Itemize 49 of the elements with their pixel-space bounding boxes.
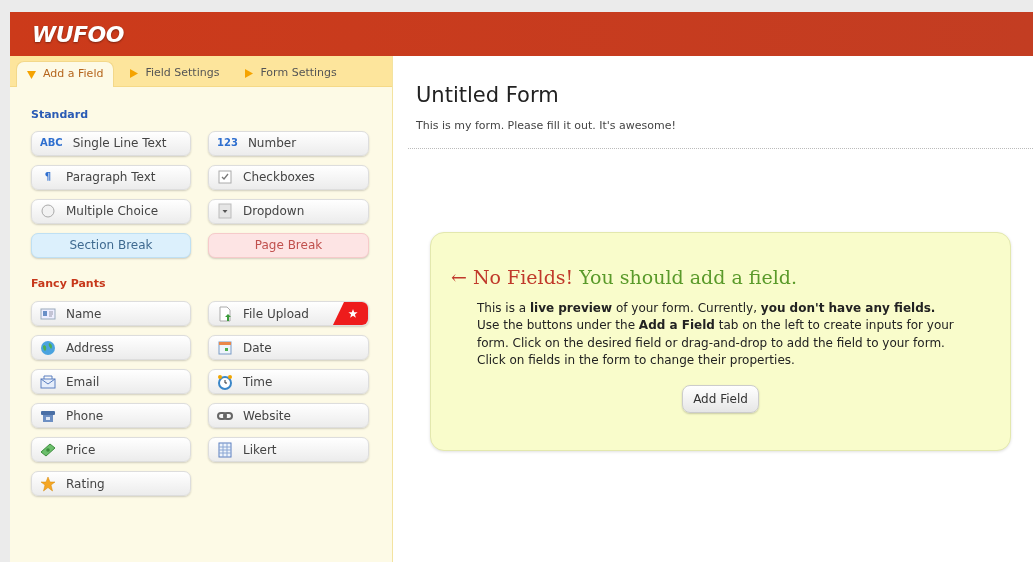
triangle-right-icon: [245, 68, 254, 78]
alert-title: ← No Fields!: [451, 265, 574, 290]
field-button[interactable]: Rating: [31, 471, 191, 496]
checkbox-icon: [217, 169, 233, 185]
logo[interactable]: WUFOO: [32, 17, 124, 51]
field-button[interactable]: Email: [31, 369, 191, 394]
field-button[interactable]: Price: [31, 437, 191, 462]
field-type-icon: ¶: [40, 170, 56, 184]
field-button[interactable]: Multiple Choice: [31, 198, 191, 224]
alarm-clock-icon: [217, 373, 233, 390]
field-button[interactable]: ABC Single Line Text: [31, 130, 191, 156]
field-button[interactable]: Date: [208, 335, 369, 360]
tab[interactable]: Form Settings: [235, 60, 347, 86]
field-button[interactable]: Checkboxes: [208, 164, 369, 190]
banknote-icon: [40, 441, 56, 458]
notice-text: This is a live preview of your form. Currently, you don't have any fields. Use the buttons under the Add a Field tab on the left to create inputs for your form. Click on the desired field or drag-and-drop to add the field to your form. Click on fields in the form to change their properties.: [476, 299, 955, 369]
field-button[interactable]: Time: [208, 369, 369, 394]
field-button[interactable]: ¶ Paragraph Text: [31, 164, 191, 190]
field-button[interactable]: Phone: [31, 403, 191, 428]
field-button[interactable]: Website: [208, 403, 369, 428]
section-break-button[interactable]: Section Break: [31, 232, 191, 258]
form-title: Untitled Form: [416, 82, 560, 109]
field-button[interactable]: File Upload: [208, 301, 369, 326]
section-heading: Standard: [31, 107, 90, 123]
triangle-right-icon: [130, 68, 139, 78]
triangle-down-icon: [27, 70, 36, 79]
field-button[interactable]: Dropdown: [208, 198, 369, 224]
table-icon: [217, 441, 233, 458]
star-icon: [40, 475, 56, 492]
field-button[interactable]: Address: [31, 335, 191, 360]
file-upload-icon: [217, 305, 233, 322]
id-card-icon: [40, 305, 56, 322]
form-description: This is my form. Please fill it out. It's awesome!: [416, 117, 677, 134]
dropdown-icon: [217, 203, 233, 219]
field-type-icon: 123: [217, 136, 238, 150]
heading-text: You should add a field.: [579, 265, 797, 290]
add-field-button[interactable]: Add Field: [682, 384, 759, 413]
calendar-icon: [217, 339, 233, 356]
page-break-button[interactable]: Page Break: [208, 232, 369, 258]
globe-icon: [40, 339, 56, 356]
tab[interactable]: Field Settings: [120, 60, 230, 86]
section-heading: Fancy Pants: [31, 275, 107, 292]
field-type-icon: ABC: [40, 136, 63, 150]
tab[interactable]: Add a Field: [16, 61, 115, 87]
field-button[interactable]: Name: [31, 301, 191, 326]
field-button[interactable]: Likert: [208, 437, 369, 462]
radio-icon: [40, 203, 56, 219]
field-button[interactable]: 123 Number: [208, 130, 369, 156]
envelope-icon: [40, 373, 56, 390]
